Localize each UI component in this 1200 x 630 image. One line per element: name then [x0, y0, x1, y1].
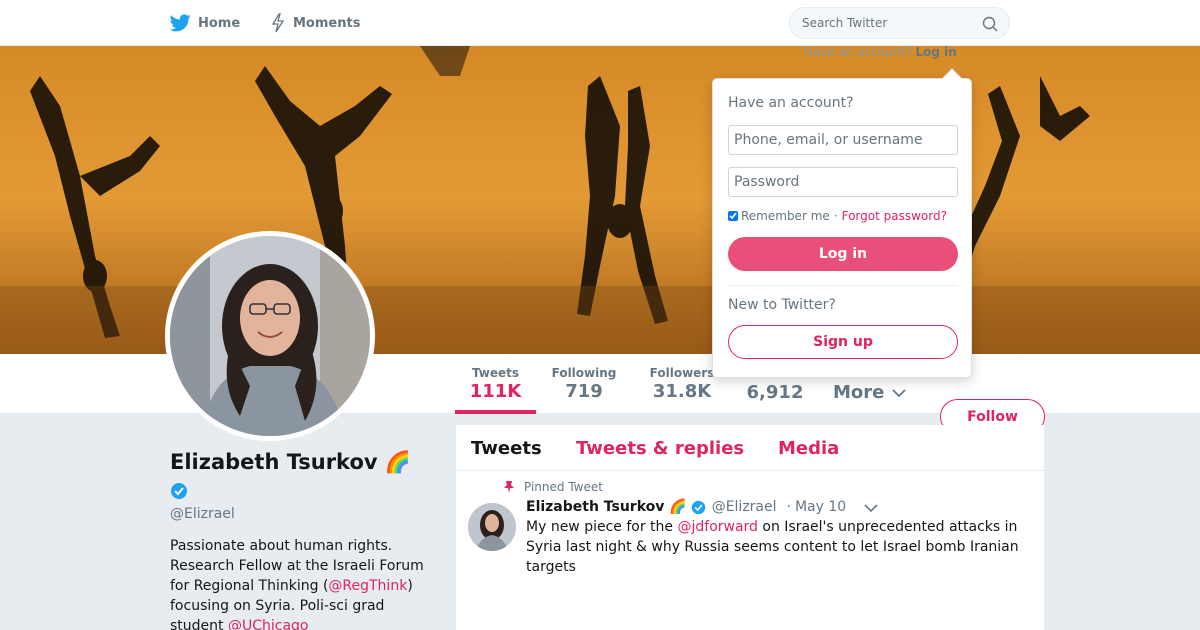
tweet-header: Elizabeth Tsurkov 🌈 @Elizrael · May 10 — [526, 499, 1026, 515]
search-icon[interactable] — [982, 16, 998, 32]
login-link[interactable]: Log in — [915, 45, 956, 59]
remember-separator: · — [833, 209, 838, 223]
chevron-down-icon — [892, 388, 907, 397]
tweet-date[interactable]: May 10 — [795, 499, 846, 515]
stat-tweets[interactable]: Tweets 111K — [455, 366, 536, 414]
nav-moments-label: Moments — [293, 15, 361, 31]
password-field[interactable] — [728, 167, 958, 197]
nav-home[interactable]: Home — [170, 12, 240, 34]
stat-tweets-label: Tweets — [471, 366, 520, 380]
tweet-author-name[interactable]: Elizabeth Tsurkov 🌈 — [526, 499, 687, 515]
pinned-tweet-label: Pinned Tweet — [503, 480, 603, 494]
tweet-text-1: My new piece for the — [526, 519, 678, 535]
tweet-menu-caret-icon[interactable] — [864, 503, 878, 513]
tab-media[interactable]: Media — [778, 438, 839, 459]
bio-link-uchicago[interactable]: @UChicago — [228, 618, 309, 630]
stat-followers-value: 31.8K — [652, 381, 712, 402]
have-account-prompt: Have an account? — [804, 45, 912, 59]
login-button[interactable]: Log in — [728, 237, 958, 271]
profile-bio-card: Elizabeth Tsurkov 🌈 @Elizrael Passionate… — [170, 448, 440, 630]
pinned-text: Pinned Tweet — [524, 480, 603, 494]
verified-badge-icon — [171, 483, 187, 499]
timeline: Tweets Tweets & replies Media Pinned Twe… — [456, 425, 1044, 630]
profile-handle: @Elizrael — [170, 506, 235, 522]
new-to-twitter-prompt: New to Twitter? — [728, 297, 836, 313]
search-input[interactable] — [790, 8, 1009, 38]
username-field[interactable] — [728, 125, 958, 155]
tab-tweets-replies[interactable]: Tweets & replies — [576, 438, 744, 459]
login-dropdown: Have an account? Remember me · Forgot pa… — [712, 68, 972, 378]
tweet-separator: · — [786, 499, 791, 515]
stat-following-label: Following — [551, 366, 617, 380]
nav-moments[interactable]: Moments — [270, 12, 360, 34]
pin-icon — [504, 481, 514, 493]
login-title: Have an account? — [728, 95, 854, 111]
tweet-text: My new piece for the @jdforward on Israe… — [526, 517, 1026, 577]
verified-badge-icon — [691, 500, 705, 514]
avatar-photo — [170, 236, 370, 436]
timeline-tabs: Tweets Tweets & replies Media — [456, 425, 1044, 471]
lightning-icon — [271, 13, 285, 33]
stat-followers[interactable]: Followers 31.8K — [644, 366, 720, 402]
bio-link-regthink[interactable]: @RegThink — [328, 578, 407, 594]
top-navigation: Home Moments — [0, 0, 1200, 46]
signup-button[interactable]: Sign up — [728, 325, 958, 359]
twitter-bird-icon — [170, 14, 191, 32]
profile-name: Elizabeth Tsurkov 🌈 — [170, 450, 412, 474]
profile-description: Passionate about human rights. Research … — [170, 536, 440, 630]
tab-tweets[interactable]: Tweets — [471, 438, 542, 459]
remember-row: Remember me · Forgot password? — [728, 209, 947, 223]
stat-followers-label: Followers — [649, 366, 715, 380]
remember-me-checkbox[interactable] — [728, 211, 738, 221]
stat-likes-value: 6,912 — [746, 382, 804, 403]
stat-following[interactable]: Following 719 — [546, 366, 622, 402]
stat-tweets-value: 111K — [469, 381, 522, 402]
dropdown-divider — [728, 285, 958, 286]
tweet-avatar-photo — [468, 503, 516, 551]
more-button[interactable]: More — [833, 382, 907, 403]
search-box — [789, 7, 1010, 39]
login-toggle[interactable]: Have an account? Log in — [804, 45, 957, 59]
forgot-password-link[interactable]: Forgot password? — [842, 209, 947, 223]
tweet-avatar[interactable] — [468, 503, 516, 551]
tweet-mention-jdforward[interactable]: @jdforward — [677, 519, 757, 535]
profile-avatar[interactable] — [165, 231, 375, 441]
more-label: More — [833, 382, 885, 403]
stat-following-value: 719 — [565, 381, 603, 402]
tweet-author-handle[interactable]: @Elizrael — [712, 499, 777, 515]
remember-me-label[interactable]: Remember me — [741, 209, 830, 223]
nav-home-label: Home — [198, 15, 241, 31]
